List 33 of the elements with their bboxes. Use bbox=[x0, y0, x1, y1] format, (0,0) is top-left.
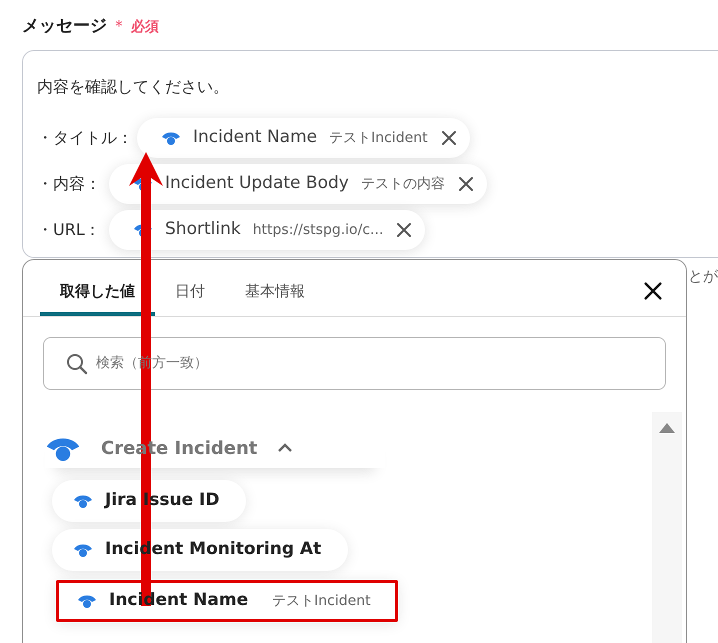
line-label: ・URL： bbox=[37, 219, 102, 241]
message-text: 内容を確認してください。 bbox=[37, 76, 230, 98]
scroll-up-icon[interactable] bbox=[658, 422, 676, 434]
field-label: メッセージ bbox=[22, 15, 107, 38]
close-icon[interactable] bbox=[440, 129, 458, 147]
line-label: ・内容： bbox=[37, 173, 102, 195]
chip-value: テストの内容 bbox=[360, 174, 445, 194]
tab[interactable]: 日付 bbox=[155, 270, 225, 316]
signal-icon bbox=[161, 130, 181, 146]
close-icon[interactable] bbox=[456, 175, 475, 193]
required-label: 必須 bbox=[131, 18, 159, 37]
scrollbar[interactable] bbox=[652, 412, 682, 643]
chevron-up-icon[interactable] bbox=[277, 443, 294, 453]
chip-value: テストIncident bbox=[329, 128, 428, 148]
close-icon[interactable] bbox=[395, 221, 414, 239]
variable-chip[interactable]: Incident Update Body テストの内容 bbox=[109, 164, 487, 204]
variable-chip[interactable]: Shortlink https://stspg.io/c... bbox=[109, 210, 426, 250]
variable-chip[interactable]: Incident Name テストIncident bbox=[137, 118, 470, 158]
chip-name: Incident Name bbox=[193, 126, 318, 150]
background-text: とが bbox=[688, 266, 718, 287]
signal-icon bbox=[73, 542, 93, 558]
chip-value: https://stspg.io/c... bbox=[252, 220, 384, 240]
search-icon bbox=[66, 352, 88, 374]
message-box[interactable]: 内容を確認してください。 ・タイトル： Incident Name テストIncident ・内容： Incident Update Body テストの内容 ・URL： Shortlink https://stspg.io/c... bbox=[22, 50, 718, 258]
chip-name: Incident Update Body bbox=[165, 172, 349, 196]
signal-icon bbox=[77, 593, 97, 609]
required-mark: ＊ bbox=[111, 15, 127, 37]
item-value: テストIncident bbox=[272, 592, 371, 610]
close-icon[interactable] bbox=[642, 280, 664, 302]
line-label: ・タイトル： bbox=[37, 127, 133, 149]
signal-icon bbox=[73, 493, 93, 509]
tab[interactable]: 基本情報 bbox=[225, 270, 325, 316]
chip-name: Shortlink bbox=[165, 218, 241, 242]
